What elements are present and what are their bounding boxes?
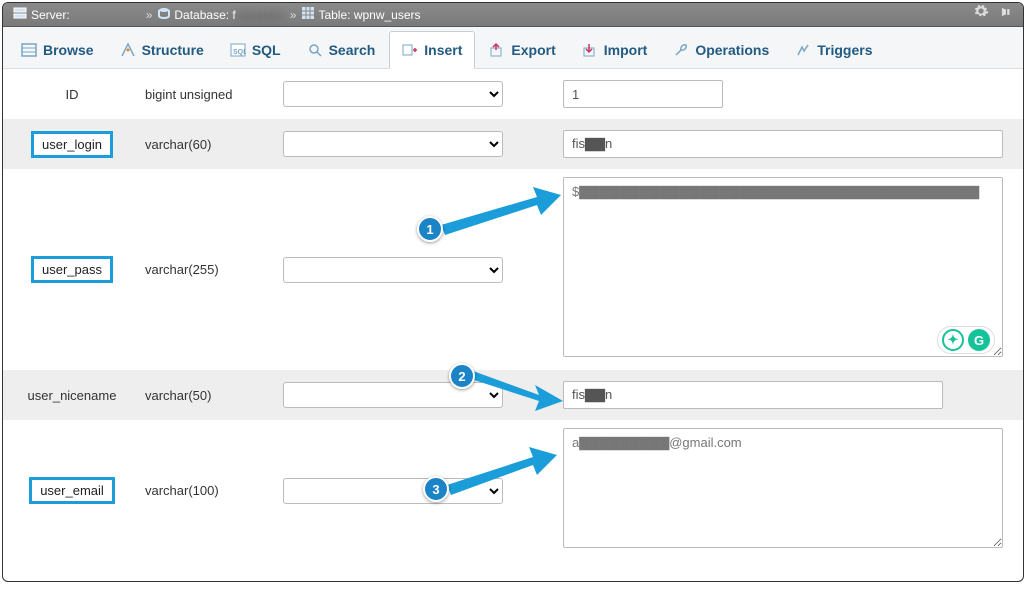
- function-select[interactable]: [283, 131, 503, 157]
- value-input[interactable]: [563, 381, 943, 409]
- tab-label: Insert: [424, 42, 462, 58]
- structure-icon: [120, 42, 136, 58]
- grammarly-icon: ✦: [942, 329, 964, 351]
- arrow-icon: [447, 451, 557, 501]
- tab-operations[interactable]: Operations: [661, 31, 781, 68]
- insert-icon: [402, 42, 418, 58]
- triggers-icon: [795, 42, 811, 58]
- field-type: varchar(60): [145, 137, 211, 152]
- export-icon: [489, 42, 505, 58]
- server-icon: [13, 3, 27, 27]
- tab-label: SQL: [252, 42, 281, 58]
- separator-icon: »: [290, 3, 297, 27]
- field-name: user_pass: [31, 256, 113, 283]
- tab-import[interactable]: Import: [570, 31, 660, 68]
- field-name: user_login: [31, 131, 113, 158]
- search-icon: [307, 42, 323, 58]
- tab-export[interactable]: Export: [477, 31, 567, 68]
- function-select[interactable]: [283, 382, 503, 408]
- function-select[interactable]: [283, 257, 503, 283]
- tab-label: Structure: [142, 42, 204, 58]
- field-type: bigint unsigned: [145, 87, 232, 102]
- value-textarea[interactable]: [563, 177, 1003, 357]
- field-row-user-login: user_login varchar(60): [3, 119, 1023, 169]
- value-input[interactable]: [563, 80, 723, 108]
- grammarly-widget[interactable]: ✦ G: [937, 326, 995, 354]
- table-icon: [302, 3, 314, 27]
- database-icon: [158, 3, 170, 27]
- svg-text:SQL: SQL: [233, 49, 246, 56]
- table-value: wpnw_users: [354, 3, 421, 27]
- wrench-icon: [673, 42, 689, 58]
- tab-search[interactable]: Search: [295, 31, 388, 68]
- field-type: varchar(50): [145, 388, 211, 403]
- sql-icon: SQL: [230, 42, 246, 58]
- tab-label: Import: [604, 42, 648, 58]
- tab-strip: Browse Structure SQL SQL Search Insert E…: [3, 27, 1023, 69]
- tab-structure[interactable]: Structure: [108, 31, 216, 68]
- exit-icon[interactable]: [999, 3, 1013, 27]
- table-label: Table:: [318, 3, 350, 27]
- database-value: fxxxxxxxx: [232, 3, 283, 27]
- database-label: Database:: [174, 3, 229, 27]
- tab-triggers[interactable]: Triggers: [783, 31, 884, 68]
- field-type: varchar(255): [145, 262, 219, 277]
- field-row-id: ID bigint unsigned: [3, 69, 1023, 119]
- field-type: varchar(100): [145, 483, 219, 498]
- server-label: Server:: [31, 3, 70, 27]
- field-name: ID: [66, 87, 79, 102]
- field-name: user_nicename: [28, 388, 117, 403]
- gear-icon[interactable]: [973, 3, 989, 27]
- tab-label: Search: [329, 42, 376, 58]
- breadcrumb: Server: » Database: fxxxxxxxx » Table: w…: [3, 3, 1023, 27]
- value-input[interactable]: [563, 130, 1003, 158]
- tab-label: Triggers: [817, 42, 872, 58]
- grammarly-icon: G: [968, 329, 990, 351]
- arrow-icon: [473, 365, 563, 415]
- tab-browse[interactable]: Browse: [9, 31, 106, 68]
- tab-sql[interactable]: SQL SQL: [218, 31, 293, 68]
- arrow-icon: [441, 191, 561, 241]
- browse-icon: [21, 42, 37, 58]
- function-select[interactable]: [283, 81, 503, 107]
- value-textarea[interactable]: [563, 428, 1003, 548]
- separator-icon: »: [146, 3, 153, 27]
- field-name: user_email: [29, 477, 115, 504]
- import-icon: [582, 42, 598, 58]
- tab-label: Export: [511, 42, 555, 58]
- tab-label: Browse: [43, 42, 94, 58]
- tab-insert[interactable]: Insert: [389, 31, 475, 69]
- tab-label: Operations: [695, 42, 769, 58]
